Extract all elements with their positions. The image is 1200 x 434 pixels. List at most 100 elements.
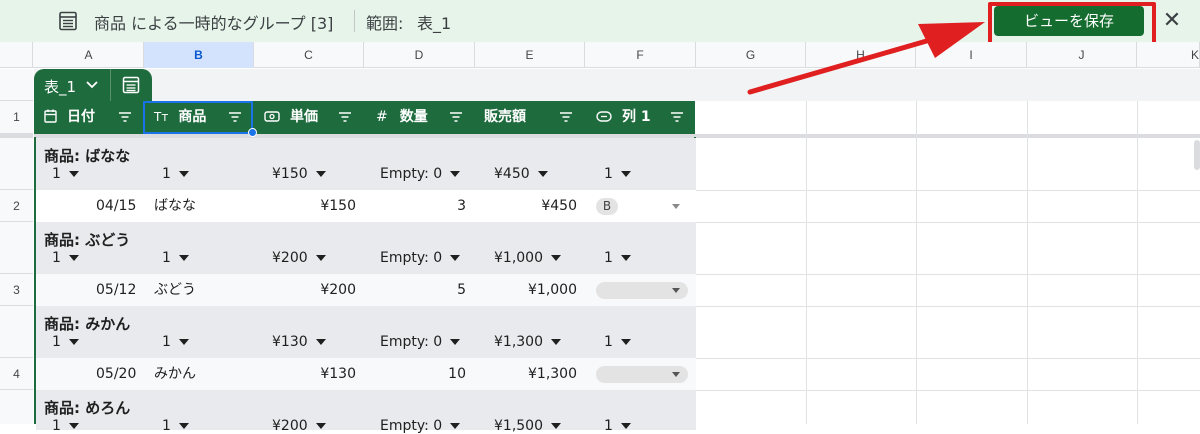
row-header-2[interactable]: 2 bbox=[0, 190, 33, 222]
row-header-1[interactable]: 1 bbox=[0, 101, 33, 134]
header-col1-label: 列 1 bbox=[622, 109, 651, 125]
table-row[interactable]: 05/20 みかん ¥130 10 ¥1,300 bbox=[36, 358, 696, 390]
aggregate-qty[interactable]: Empty: 0 bbox=[380, 250, 461, 266]
cell-date[interactable]: 04/15 bbox=[96, 190, 136, 222]
cell-date[interactable]: 05/12 bbox=[96, 274, 136, 306]
cell-sales[interactable]: ¥1,300 bbox=[528, 358, 577, 390]
dropdown-chip-icon bbox=[596, 111, 612, 122]
filter-icon[interactable] bbox=[118, 111, 132, 123]
cell-date[interactable]: 05/20 bbox=[96, 358, 136, 390]
cell-price[interactable]: ¥200 bbox=[320, 274, 356, 306]
cell-sales[interactable]: ¥450 bbox=[541, 190, 577, 222]
column-header-k[interactable]: K bbox=[1137, 42, 1200, 68]
aggregate-qty[interactable]: Empty: 0 bbox=[380, 166, 461, 182]
row-header-4[interactable]: 4 bbox=[0, 358, 33, 390]
row-header-3[interactable]: 3 bbox=[0, 274, 33, 306]
table-tab-row bbox=[34, 69, 1200, 101]
column-header-b[interactable]: B bbox=[144, 42, 254, 68]
dropdown-arrow-icon bbox=[620, 255, 631, 261]
table-name-tab[interactable]: 表_1 bbox=[34, 69, 152, 101]
column-header-e[interactable]: E bbox=[475, 42, 585, 68]
cell-product[interactable]: ばなな bbox=[154, 190, 196, 222]
column-header-c[interactable]: C bbox=[254, 42, 364, 68]
grid-line bbox=[696, 274, 1200, 275]
cell-product[interactable]: みかん bbox=[154, 358, 196, 390]
close-icon[interactable]: ✕ bbox=[1160, 8, 1184, 34]
filter-icon[interactable] bbox=[338, 111, 352, 123]
aggregate-product[interactable]: 1 bbox=[162, 418, 189, 434]
group-view-icon[interactable] bbox=[122, 76, 140, 94]
chevron-down-icon[interactable] bbox=[86, 81, 98, 89]
group-header[interactable]: 商品: めろん 1 1 ¥200 Empty: 0 ¥1,500 1 bbox=[36, 390, 696, 434]
dropdown-arrow-icon[interactable] bbox=[672, 204, 680, 209]
aggregate-sales[interactable]: ¥450 bbox=[494, 166, 548, 182]
cell-product[interactable]: ぶどう bbox=[154, 274, 196, 306]
aggregate-date[interactable]: 1 bbox=[52, 250, 79, 266]
selection-handle[interactable] bbox=[248, 128, 257, 137]
aggregate-col1[interactable]: 1 bbox=[604, 250, 631, 266]
toolbar-divider bbox=[354, 10, 355, 32]
dropdown-arrow-icon bbox=[620, 339, 631, 345]
header-price[interactable]: 単価 bbox=[264, 101, 318, 134]
aggregate-price[interactable]: ¥200 bbox=[272, 418, 326, 434]
aggregate-date[interactable]: 1 bbox=[52, 334, 79, 350]
table-row[interactable]: 04/15 ばなな ¥150 3 ¥450 B bbox=[36, 190, 696, 222]
header-date[interactable]: 日付 bbox=[44, 101, 95, 134]
cell-qty[interactable]: 5 bbox=[457, 274, 466, 306]
grid-line bbox=[696, 306, 1200, 307]
aggregate-qty[interactable]: Empty: 0 bbox=[380, 418, 461, 434]
row-header-group bbox=[0, 306, 33, 358]
dropdown-arrow-icon[interactable] bbox=[672, 288, 680, 293]
cell-price[interactable]: ¥150 bbox=[320, 190, 356, 222]
cell-qty[interactable]: 10 bbox=[448, 358, 466, 390]
group-header[interactable]: 商品: ばなな 1 1 ¥150 Empty: 0 ¥450 1 bbox=[36, 138, 696, 190]
vertical-scrollbar[interactable] bbox=[1194, 140, 1200, 170]
filter-icon[interactable] bbox=[670, 111, 684, 123]
dropdown-arrow-icon bbox=[315, 339, 326, 345]
dropdown-arrow-icon bbox=[450, 255, 461, 261]
column-header-d[interactable]: D bbox=[364, 42, 475, 68]
column-header-i[interactable]: I bbox=[916, 42, 1027, 68]
column-header-f[interactable]: F bbox=[585, 42, 696, 68]
cell-qty[interactable]: 3 bbox=[457, 190, 466, 222]
group-title: 商品: ぶどう bbox=[44, 231, 131, 249]
aggregate-product[interactable]: 1 bbox=[162, 250, 189, 266]
aggregate-price[interactable]: ¥200 bbox=[272, 250, 326, 266]
aggregate-product[interactable]: 1 bbox=[162, 334, 189, 350]
aggregate-col1[interactable]: 1 bbox=[604, 334, 631, 350]
cell-price[interactable]: ¥130 bbox=[320, 358, 356, 390]
table-name[interactable]: 表_1 bbox=[44, 76, 76, 97]
aggregate-col1[interactable]: 1 bbox=[604, 418, 631, 434]
grouping-title: 商品 による一時的なグループ [3] bbox=[94, 14, 334, 33]
column-header-g[interactable]: G bbox=[696, 42, 806, 68]
group-header[interactable]: 商品: みかん 1 1 ¥130 Empty: 0 ¥1,300 1 bbox=[36, 306, 696, 358]
aggregate-price[interactable]: ¥130 bbox=[272, 334, 326, 350]
header-sales[interactable]: 販売額 bbox=[484, 101, 526, 134]
header-qty[interactable]: # 数量 bbox=[376, 101, 428, 134]
filter-icon[interactable] bbox=[449, 111, 463, 123]
aggregate-date[interactable]: 1 bbox=[52, 166, 79, 182]
header-col1[interactable]: 列 1 bbox=[596, 101, 651, 134]
aggregate-sales[interactable]: ¥1,300 bbox=[494, 334, 561, 350]
cell-col1-chip[interactable]: B bbox=[596, 198, 618, 215]
aggregate-date[interactable]: 1 bbox=[52, 418, 79, 434]
aggregate-product[interactable]: 1 bbox=[162, 166, 189, 182]
range-value[interactable]: 表_1 bbox=[417, 10, 451, 34]
column-header-a[interactable]: A bbox=[34, 42, 144, 68]
aggregate-sales[interactable]: ¥1,000 bbox=[494, 250, 561, 266]
column-header-h[interactable]: H bbox=[806, 42, 916, 68]
aggregate-price[interactable]: ¥150 bbox=[272, 166, 326, 182]
aggregate-qty[interactable]: Empty: 0 bbox=[380, 334, 461, 350]
aggregate-col1[interactable]: 1 bbox=[604, 166, 631, 182]
table-row[interactable]: 05/12 ぶどう ¥200 5 ¥1,000 bbox=[36, 274, 696, 306]
dropdown-arrow-icon[interactable] bbox=[672, 372, 680, 377]
filter-icon[interactable] bbox=[559, 111, 573, 123]
group-header[interactable]: 商品: ぶどう 1 1 ¥200 Empty: 0 ¥1,000 1 bbox=[36, 222, 696, 274]
column-header-j[interactable]: J bbox=[1027, 42, 1137, 68]
toolbar: 商品 による一時的なグループ [3] 範囲: 表_1 ビューを保存 ✕ bbox=[0, 0, 1200, 46]
row-header-group bbox=[0, 390, 33, 424]
aggregate-sales[interactable]: ¥1,500 bbox=[494, 418, 561, 434]
cell-sales[interactable]: ¥1,000 bbox=[528, 274, 577, 306]
select-all-corner[interactable] bbox=[0, 42, 33, 68]
grouped-table-body: 商品: ばなな 1 1 ¥150 Empty: 0 ¥450 1 04/15 ば… bbox=[34, 137, 696, 434]
